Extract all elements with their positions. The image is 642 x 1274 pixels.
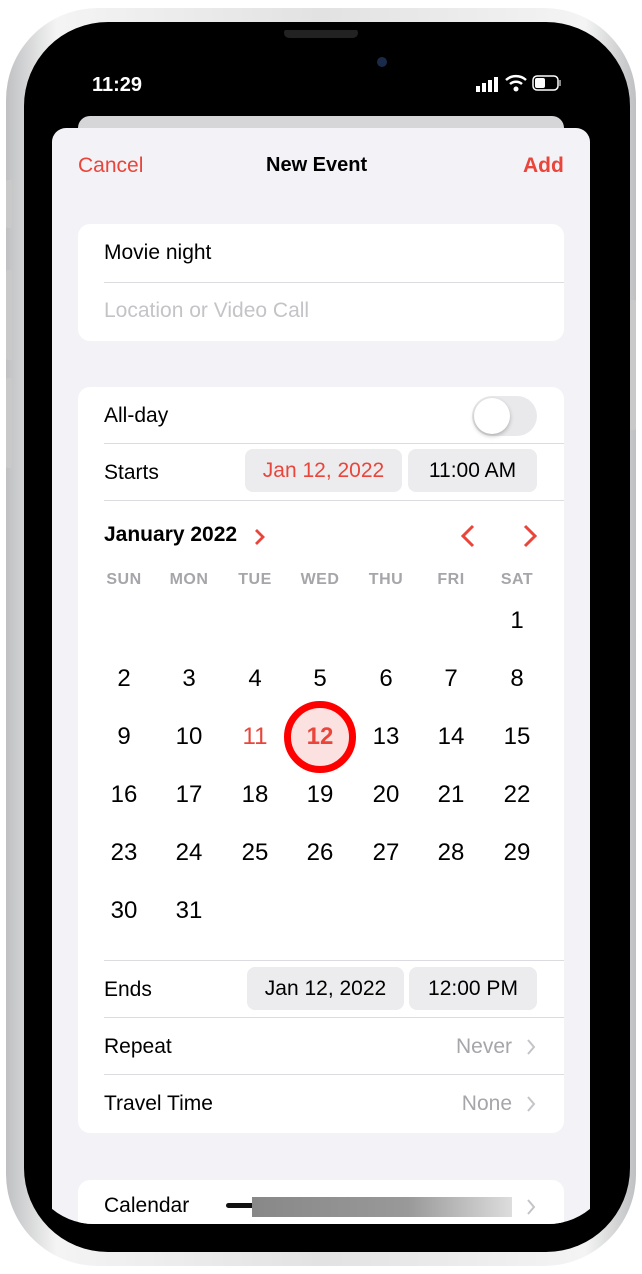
chevron-right-icon[interactable] <box>253 528 265 551</box>
calendar-day[interactable]: 25 <box>225 839 285 867</box>
redacted-calendar-name <box>252 1197 512 1217</box>
allday-label: All-day <box>104 404 169 427</box>
mute-switch <box>6 180 12 228</box>
calendar-day[interactable]: 22 <box>487 781 547 809</box>
repeat-value: Never <box>455 1035 512 1058</box>
calendar-day[interactable]: 4 <box>225 665 285 693</box>
divider <box>104 443 564 444</box>
calendar-day[interactable]: 27 <box>356 839 416 867</box>
weekday-header: SUN <box>106 571 142 588</box>
divider <box>104 960 564 961</box>
calendar-day[interactable]: 24 <box>159 839 219 867</box>
calendar-day[interactable]: 28 <box>421 839 481 867</box>
calendar-day[interactable]: 21 <box>421 781 481 809</box>
calendar-day[interactable]: 12 <box>290 723 350 751</box>
chevron-right-icon <box>526 1198 536 1221</box>
page-title: New Event <box>266 154 368 176</box>
divider <box>104 282 564 283</box>
calendar-day[interactable]: 11 <box>225 723 285 751</box>
end-time-button[interactable]: 12:00 PM <box>409 967 537 1010</box>
cancel-button[interactable]: Cancel <box>78 154 143 178</box>
weekday-header: WED <box>300 571 340 588</box>
calendar-day[interactable]: 5 <box>290 665 350 693</box>
calendar-day[interactable]: 16 <box>94 781 154 809</box>
chevron-right-icon <box>526 1038 536 1061</box>
previous-month-icon[interactable] <box>460 524 476 553</box>
calendar-day[interactable]: 3 <box>159 665 219 693</box>
calendar-day[interactable]: 30 <box>94 897 154 925</box>
new-event-sheet: Cancel New Event Add Movie night Locatio… <box>52 128 590 1224</box>
repeat-label: Repeat <box>104 1035 172 1058</box>
calendar-day[interactable]: 10 <box>159 723 219 751</box>
travel-time-label: Travel Time <box>104 1092 213 1115</box>
chevron-right-icon <box>526 1095 536 1118</box>
title-location-card: Movie night Location or Video Call <box>78 224 564 341</box>
calendar-day[interactable]: 19 <box>290 781 350 809</box>
divider <box>104 500 564 501</box>
start-time-button[interactable]: 11:00 AM <box>408 449 537 492</box>
starts-label: Starts <box>104 461 159 484</box>
signal-icon <box>476 76 500 97</box>
calendar-day[interactable]: 20 <box>356 781 416 809</box>
calendar-day[interactable]: 23 <box>94 839 154 867</box>
calendar-day[interactable]: 9 <box>94 723 154 751</box>
calendar-day[interactable]: 17 <box>159 781 219 809</box>
calendar-day[interactable]: 15 <box>487 723 547 751</box>
calendar-day[interactable]: 6 <box>356 665 416 693</box>
location-input[interactable]: Location or Video Call <box>104 299 309 323</box>
start-date-button[interactable]: Jan 12, 2022 <box>245 449 402 492</box>
allday-toggle[interactable] <box>472 396 537 436</box>
wifi-icon <box>505 74 527 97</box>
time-card: All-day Starts Jan 12, 2022 11:00 AM Jan… <box>78 387 564 1133</box>
calendar-day[interactable]: 29 <box>487 839 547 867</box>
side-button <box>630 300 636 430</box>
weekday-header: FRI <box>437 571 465 588</box>
divider <box>104 1017 564 1018</box>
calendar-day[interactable]: 26 <box>290 839 350 867</box>
weekday-header: SAT <box>500 571 534 588</box>
battery-icon <box>532 75 562 96</box>
title-input[interactable]: Movie night <box>104 241 211 265</box>
volume-down-button <box>6 378 12 468</box>
calendar-day[interactable]: 7 <box>421 665 481 693</box>
calendar-day[interactable]: 31 <box>159 897 219 925</box>
calendar-day[interactable]: 14 <box>421 723 481 751</box>
calendar-day[interactable]: 18 <box>225 781 285 809</box>
screen: 11:29 Cancel New Event Add Movie night L… <box>28 30 614 1224</box>
calendar-row[interactable]: Calendar <box>78 1180 564 1224</box>
calendar-day[interactable]: 1 <box>487 607 547 635</box>
status-time: 11:29 <box>92 74 143 96</box>
calendar-day[interactable]: 13 <box>356 723 416 751</box>
ends-label: Ends <box>104 978 152 1001</box>
weekday-header: MON <box>169 571 209 588</box>
travel-time-value: None <box>461 1092 512 1115</box>
end-date-button[interactable]: Jan 12, 2022 <box>247 967 404 1010</box>
camera <box>377 57 387 67</box>
calendar-day[interactable]: 8 <box>487 665 547 693</box>
volume-up-button <box>6 270 12 360</box>
toggle-knob <box>474 398 510 434</box>
weekday-header: THU <box>368 571 404 588</box>
next-month-icon[interactable] <box>522 524 538 553</box>
divider <box>104 1074 564 1075</box>
month-label[interactable]: January 2022 <box>104 523 237 547</box>
calendar-day[interactable]: 2 <box>94 665 154 693</box>
speaker <box>284 30 358 38</box>
add-button[interactable]: Add <box>523 154 564 178</box>
weekday-header: TUE <box>238 571 272 588</box>
calendar-label: Calendar <box>104 1194 190 1217</box>
